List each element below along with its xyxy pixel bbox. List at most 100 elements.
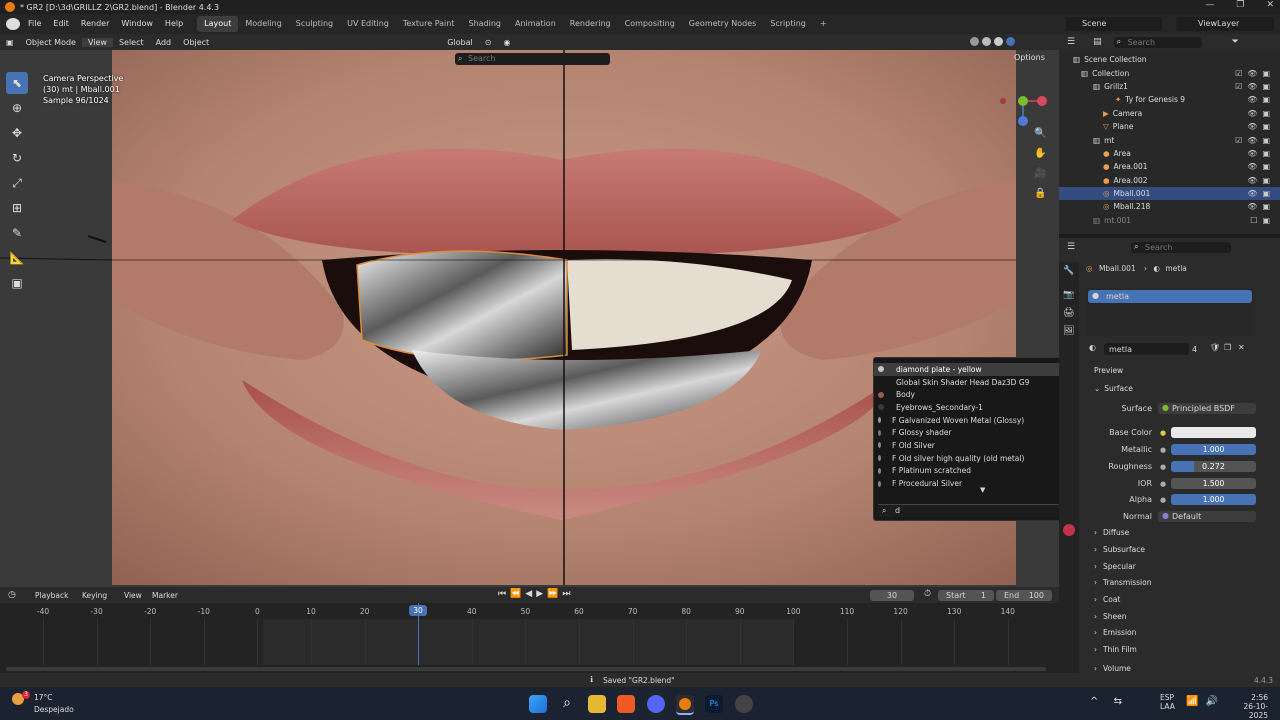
- menu-view[interactable]: View: [124, 591, 142, 600]
- scale-tool-icon[interactable]: ⤢: [6, 172, 28, 194]
- menu-help[interactable]: Help: [159, 14, 189, 34]
- minimize-button[interactable]: —: [1205, 0, 1214, 10]
- navigation-gizmo[interactable]: [1000, 86, 1050, 126]
- transform-tool-icon[interactable]: ⊞: [6, 197, 28, 219]
- duplicate-icon[interactable]: ❐: [1224, 343, 1231, 352]
- clock[interactable]: 2:56 26-10-2025: [1226, 693, 1269, 720]
- add-cube-tool-icon[interactable]: ▣: [6, 272, 28, 294]
- proportional-icon[interactable]: ◉: [497, 38, 516, 47]
- playhead-label[interactable]: 30: [409, 605, 427, 616]
- search-icon[interactable]: ⌕: [558, 695, 576, 713]
- editor-type-icon[interactable]: ▣: [0, 38, 20, 47]
- tab-animation[interactable]: Animation: [508, 14, 563, 34]
- start-frame-field[interactable]: Start 1: [938, 590, 994, 601]
- emission-panel-header[interactable]: › Emission: [1094, 628, 1136, 637]
- alpha-field[interactable]: 1.000: [1171, 494, 1256, 505]
- tab-uv-editing[interactable]: UV Editing: [340, 14, 396, 34]
- brave-browser-icon[interactable]: [617, 695, 635, 713]
- menu-marker[interactable]: Marker: [152, 591, 178, 600]
- tool-tab-icon[interactable]: 🔧: [1063, 266, 1074, 276]
- outliner-row-camera[interactable]: ▶ Camera 👁 ▣: [1059, 107, 1280, 120]
- lock-icon[interactable]: 🔒: [1034, 188, 1048, 202]
- output-tab-icon[interactable]: 🖨: [1063, 308, 1074, 318]
- snap-icon[interactable]: ⊙: [479, 38, 498, 47]
- current-frame-field[interactable]: 30: [870, 590, 914, 601]
- surface-shader-field[interactable]: ● Principled BSDF: [1158, 403, 1256, 414]
- filter-display-icon[interactable]: ▤: [1093, 37, 1102, 47]
- surface-panel-header[interactable]: ⌄ Surface: [1094, 384, 1133, 393]
- menu-window[interactable]: Window: [115, 14, 159, 34]
- menu-render[interactable]: Render: [75, 14, 115, 34]
- outliner-row-area-001[interactable]: ● Area.001 👁 ▣: [1059, 160, 1280, 173]
- select-tool-icon[interactable]: ⬉: [6, 72, 28, 94]
- outliner-row-mt[interactable]: ▥ mt ☑ 👁 ▣: [1059, 133, 1280, 146]
- tab-layout[interactable]: Layout: [197, 16, 239, 32]
- transmission-panel-header[interactable]: › Transmission: [1094, 578, 1151, 587]
- coat-panel-header[interactable]: › Coat: [1094, 595, 1120, 604]
- properties-search[interactable]: ⌕ Search: [1131, 242, 1231, 253]
- photoshop-icon[interactable]: Ps: [705, 695, 723, 713]
- menu-add[interactable]: Add: [150, 38, 178, 47]
- menu-keying[interactable]: Keying: [82, 591, 107, 600]
- tab-scripting[interactable]: Scripting: [763, 14, 813, 34]
- menu-object[interactable]: Object: [177, 38, 215, 47]
- menu-edit[interactable]: Edit: [47, 14, 75, 34]
- tab-geometry-nodes[interactable]: Geometry Nodes: [682, 14, 763, 34]
- material-name-field[interactable]: metla: [1104, 343, 1189, 355]
- user-count[interactable]: 4: [1192, 345, 1197, 354]
- stopwatch-icon[interactable]: ⏱: [924, 589, 931, 599]
- network-icon[interactable]: ⇆: [1114, 696, 1122, 707]
- metallic-field[interactable]: 1.000: [1171, 444, 1256, 455]
- maximize-button[interactable]: ❐: [1236, 0, 1244, 10]
- volume-icon[interactable]: 🔊: [1206, 696, 1218, 707]
- outliner-row-mt-001[interactable]: ▥ mt.001 ☐ ▣: [1059, 214, 1280, 227]
- annotate-tool-icon[interactable]: ✎: [6, 222, 28, 244]
- viewlayer-selector[interactable]: ViewLayer: [1176, 17, 1274, 31]
- fake-user-icon[interactable]: 🛡: [1210, 343, 1220, 352]
- base-color-swatch[interactable]: [1171, 427, 1256, 438]
- diffuse-panel-header[interactable]: › Diffuse: [1094, 528, 1129, 537]
- ior-field[interactable]: 1.500: [1171, 478, 1256, 489]
- outliner-search[interactable]: ⌕ Search: [1113, 36, 1202, 48]
- subsurface-panel-header[interactable]: › Subsurface: [1094, 545, 1145, 554]
- material-tab-icon[interactable]: [1063, 524, 1075, 536]
- filter-icon[interactable]: ⏷: [1232, 37, 1239, 47]
- outliner-row-collection[interactable]: ▥ Collection ☑ 👁 ▣: [1059, 66, 1280, 79]
- outliner-row-mball-001[interactable]: ◎ Mball.001 👁 ▣: [1059, 186, 1280, 201]
- file-explorer-icon[interactable]: [588, 695, 606, 713]
- thin-film-panel-header[interactable]: › Thin Film: [1094, 645, 1137, 654]
- transform-orientation[interactable]: Global: [441, 38, 479, 47]
- render-tab-icon[interactable]: 📷: [1063, 290, 1074, 300]
- editor-type-icon[interactable]: ☰: [1067, 242, 1075, 252]
- tab-shading[interactable]: Shading: [461, 14, 508, 34]
- editor-type-icon[interactable]: ☰: [1067, 37, 1075, 47]
- unlink-icon[interactable]: ✕: [1238, 343, 1245, 352]
- menu-playback[interactable]: Playback: [35, 591, 68, 600]
- move-tool-icon[interactable]: ✥: [6, 122, 28, 144]
- shading-modes[interactable]: [970, 37, 1015, 46]
- specular-panel-header[interactable]: › Specular: [1094, 562, 1136, 571]
- camera-view-icon[interactable]: 🎥: [1034, 168, 1048, 182]
- language-indicator[interactable]: ESP LAA: [1160, 693, 1175, 711]
- material-slot-list[interactable]: ● metla: [1086, 288, 1254, 336]
- timeline[interactable]: -40 -30 -20 -10 0 10 20 30 40 50 60 70 80 90 100 110 120…: [0, 603, 1059, 673]
- cursor-tool-icon[interactable]: ⊕: [6, 97, 28, 119]
- menu-view[interactable]: View: [81, 37, 113, 47]
- discord-icon[interactable]: [647, 695, 665, 713]
- tab-compositing[interactable]: Compositing: [618, 14, 682, 34]
- menu-select[interactable]: Select: [113, 38, 150, 47]
- roughness-field[interactable]: 0.272: [1171, 461, 1256, 472]
- sheen-panel-header[interactable]: › Sheen: [1094, 612, 1127, 621]
- rotate-tool-icon[interactable]: ↻: [6, 147, 28, 169]
- windows-start-icon[interactable]: [529, 695, 547, 713]
- view-layer-tab-icon[interactable]: 🖼: [1063, 326, 1074, 336]
- material-slot[interactable]: ● metla: [1088, 290, 1252, 303]
- outliner-row-armature[interactable]: ✦ Ty for Genesis 9 👁 ▣: [1059, 93, 1280, 106]
- zoom-icon[interactable]: 🔍: [1034, 128, 1048, 142]
- normal-field[interactable]: ● Default: [1158, 511, 1256, 522]
- measure-tool-icon[interactable]: 📐: [6, 247, 28, 269]
- menu-file[interactable]: File: [22, 14, 47, 34]
- tab-modeling[interactable]: Modeling: [238, 14, 288, 34]
- outliner-row-area[interactable]: ● Area 👁 ▣: [1059, 147, 1280, 160]
- chevron-up-icon[interactable]: ^: [1090, 696, 1098, 707]
